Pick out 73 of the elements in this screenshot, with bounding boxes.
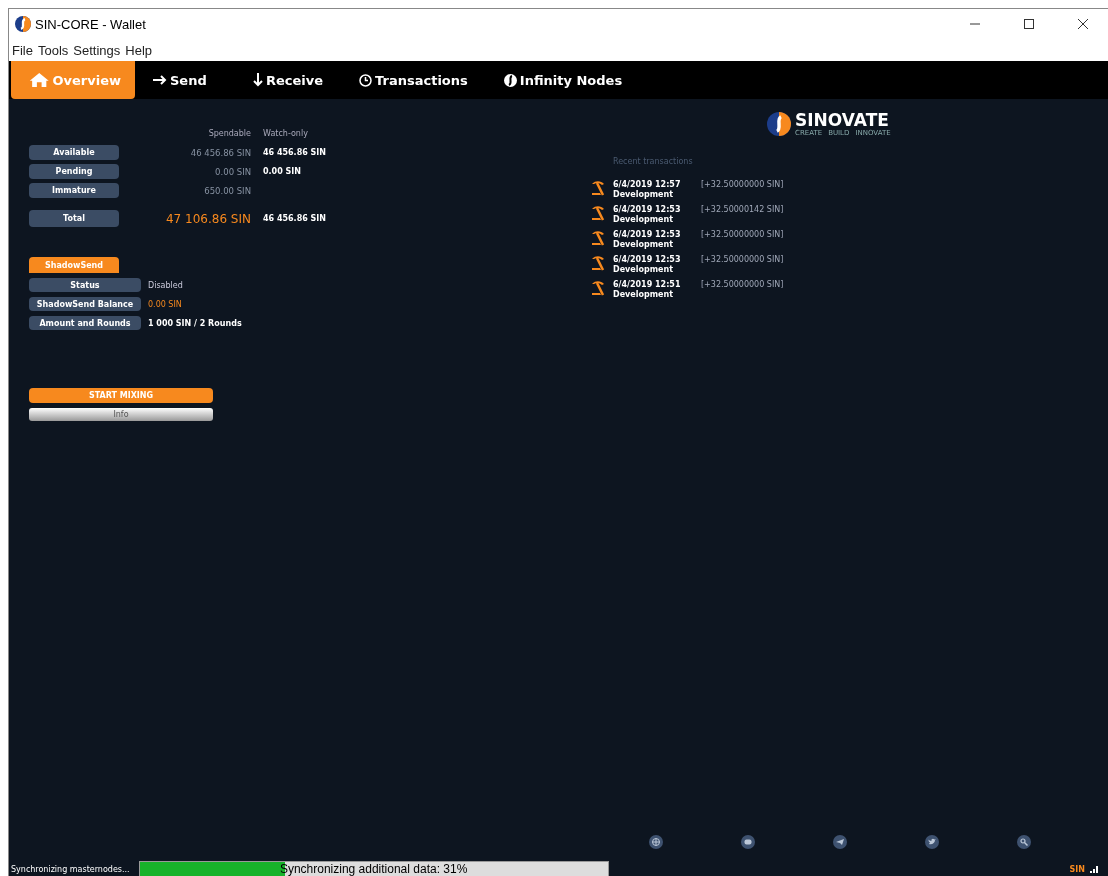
transaction-amount: [+32.50000142 SIN] [701,205,784,214]
column-header: Watch-only [263,129,309,140]
watch-only-amount: 0.00 SIN [263,167,302,176]
field-label: ShadowSend Balance [29,297,141,311]
brand-name: SINOVATE [795,111,889,129]
brand-logo-icon [767,112,791,136]
pickaxe-icon [591,230,607,246]
field-value: 0.00 SIN [148,299,182,309]
pickaxe-icon [591,205,607,221]
column-header: Spendable [207,129,251,140]
transaction-amount: [+32.50000000 SIN] [701,230,784,239]
total-amount: 47 106.86 SIN [164,211,251,226]
balance-label: Immature [29,183,119,198]
field-label: Amount and Rounds [29,316,141,330]
bird-icon [928,838,936,846]
status-message: Synchronizing masternodes... [10,864,131,874]
spendable-amount: 0.00 SIN [214,166,251,177]
social-link[interactable] [741,835,755,849]
down-arrow-icon [253,73,263,87]
clock-icon [359,73,373,87]
watch-only-amount: 46 456.86 SIN [263,214,327,223]
field-value: Disabled [148,280,183,290]
menu-item[interactable]: Settings [73,42,121,58]
field-label: Status [29,278,141,292]
transaction-label: Development [613,240,674,249]
transaction-amount: [+32.50000000 SIN] [701,280,784,289]
balance-label: Total [29,210,119,227]
chat-bubble-icon [744,838,752,846]
tab[interactable]: Send [135,61,235,99]
social-link[interactable] [925,835,939,849]
signal-icon [1090,865,1098,873]
transaction-amount: [+32.50000000 SIN] [701,255,784,264]
right-arrow-icon [153,75,167,85]
pickaxe-icon [591,180,607,196]
spendable-amount: 650.00 SIN [203,185,251,196]
pickaxe-icon [591,280,607,296]
transaction-date: 6/4/2019 12:57 [613,180,682,189]
window-title: SIN-CORE - Wallet [35,16,147,32]
transaction-label: Development [613,215,674,224]
search-icon [1020,838,1028,846]
close-icon [1078,19,1088,29]
field-value: 1 000 SIN / 2 Rounds [148,318,242,328]
pickaxe-icon [591,255,607,271]
menu-item[interactable]: Tools [37,42,69,58]
social-link[interactable] [649,835,663,849]
balance-label: Available [29,145,119,160]
transaction-label: Development [613,290,674,299]
tab[interactable]: Receive [235,61,342,99]
globe-icon [652,838,660,846]
transaction-date: 6/4/2019 12:53 [613,230,682,239]
social-link[interactable] [1017,835,1031,849]
unit-label: SIN [1069,864,1085,874]
transaction-amount: [+32.50000000 SIN] [701,180,784,189]
transaction-date: 6/4/2019 12:51 [613,280,682,289]
watch-only-amount: 46 456.86 SIN [263,148,327,157]
tab[interactable]: Infinity Nodes [485,61,641,99]
transaction-date: 6/4/2019 12:53 [613,205,682,214]
transaction-label: Development [613,265,674,274]
menu-item[interactable]: File [12,42,33,58]
transaction-label: Development [613,190,674,199]
tab[interactable]: Transactions [341,61,486,99]
maximize-icon [1024,19,1034,29]
menu-item[interactable]: Help [125,42,153,58]
logo-icon [503,73,517,87]
transaction-date: 6/4/2019 12:53 [613,255,682,264]
info-button[interactable]: Info [29,408,213,421]
spendable-amount: 46 456.86 SIN [189,147,251,158]
social-link[interactable] [833,835,847,849]
balance-label: Pending [29,164,119,179]
app-logo-icon [15,16,31,32]
section-title: Recent transactions [613,157,694,166]
paper-plane-icon [836,838,844,846]
home-icon [29,70,50,90]
